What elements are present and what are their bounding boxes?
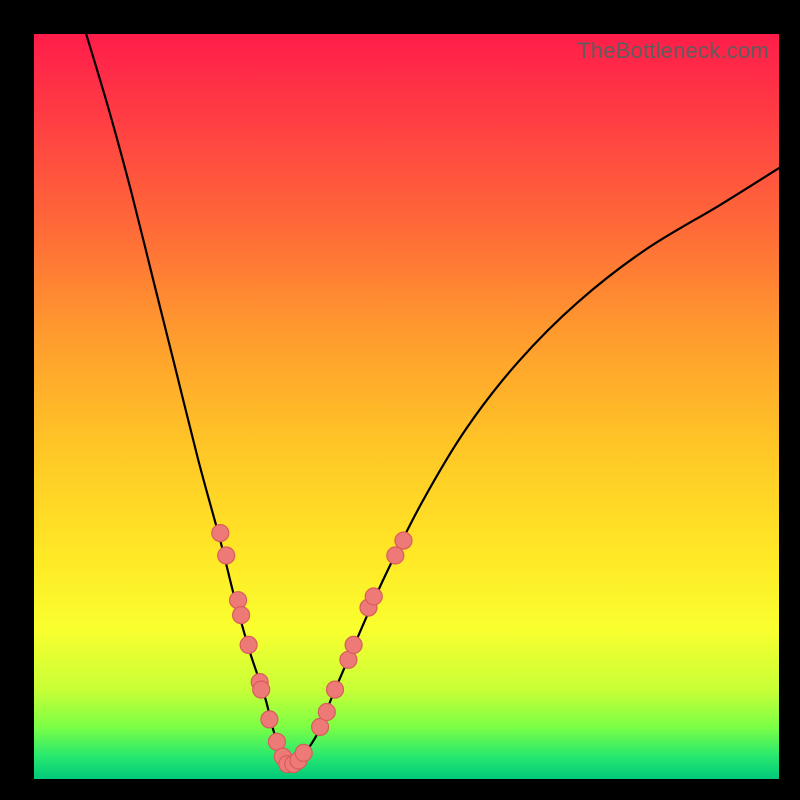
chart-svg bbox=[34, 34, 779, 779]
data-point bbox=[240, 636, 257, 653]
data-point bbox=[318, 704, 335, 721]
data-point bbox=[365, 588, 382, 605]
data-point bbox=[230, 592, 247, 609]
plot-area: TheBottleneck.com bbox=[34, 34, 779, 779]
highlighted-points-group bbox=[212, 525, 412, 773]
data-point bbox=[387, 547, 404, 564]
data-point bbox=[218, 547, 235, 564]
data-point bbox=[345, 636, 362, 653]
chart-frame: TheBottleneck.com bbox=[0, 0, 800, 800]
data-point bbox=[295, 744, 312, 761]
data-point bbox=[253, 681, 270, 698]
data-point bbox=[212, 525, 229, 542]
data-point bbox=[233, 607, 250, 624]
data-point bbox=[327, 681, 344, 698]
data-point bbox=[261, 711, 278, 728]
bottleneck-curve bbox=[86, 34, 779, 766]
data-point bbox=[395, 532, 412, 549]
